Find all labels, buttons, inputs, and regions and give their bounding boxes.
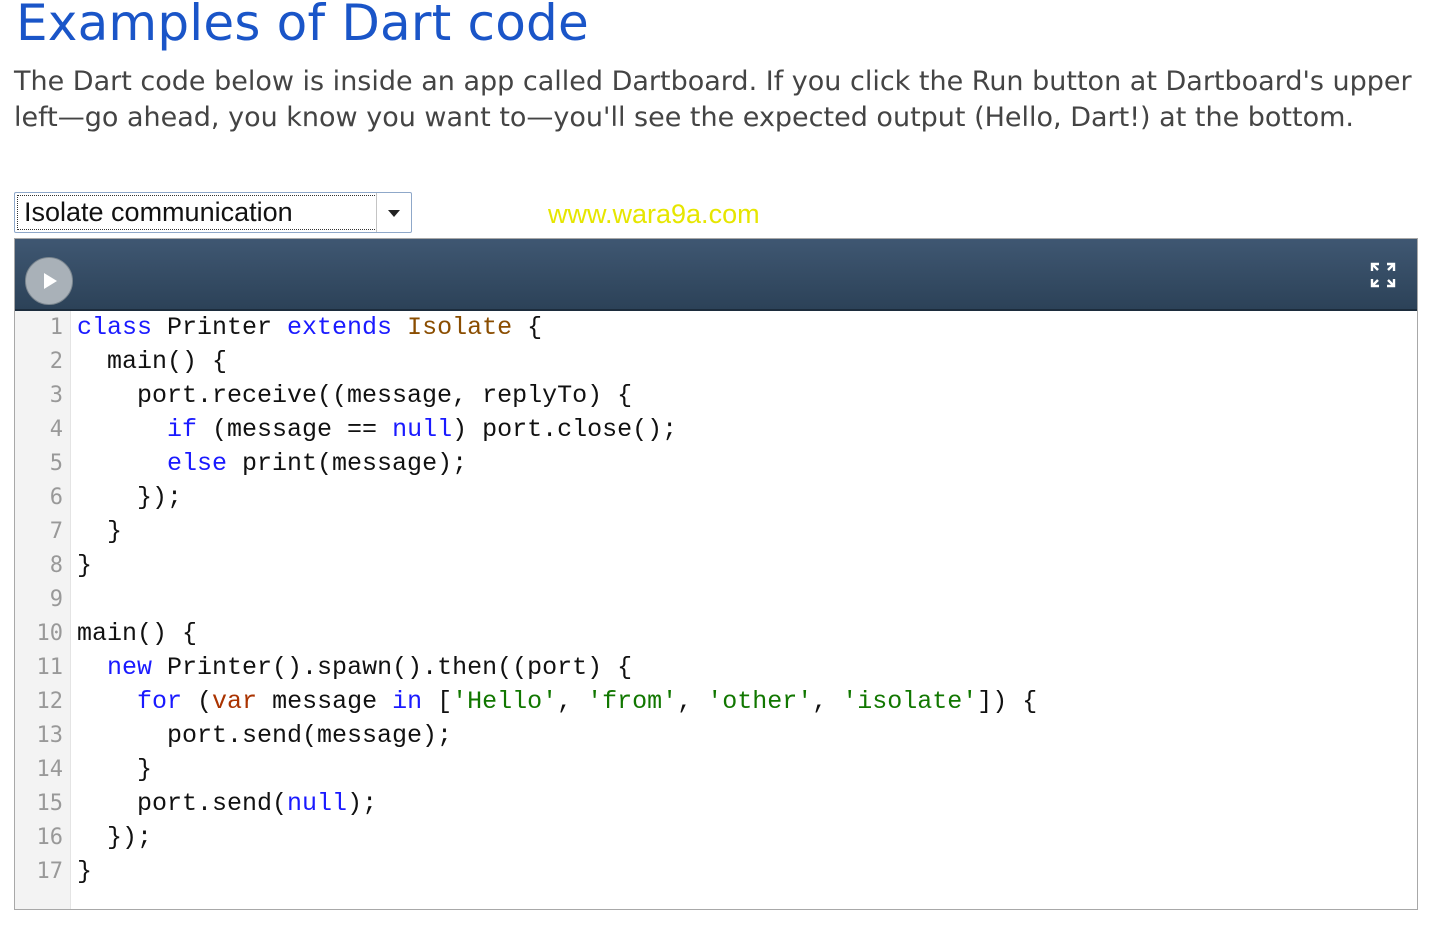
run-button[interactable] <box>25 257 73 305</box>
code-line: main() { <box>77 617 1037 651</box>
code-line: else print(message); <box>77 447 1037 481</box>
code-token: main() { <box>77 347 228 376</box>
code-token: [ <box>422 687 453 716</box>
editor-toolbar <box>15 239 1417 311</box>
code-token: null <box>392 415 453 444</box>
line-number: 9 <box>49 587 63 612</box>
line-number: 7 <box>49 519 63 544</box>
code-line: port.receive((message, replyTo) { <box>77 379 1037 413</box>
code-token: ) port.close(); <box>452 415 678 444</box>
code-token: Printer().spawn().then((port) { <box>152 653 633 682</box>
code-token: ]) { <box>977 687 1038 716</box>
code-token: }); <box>77 823 153 852</box>
line-number: 17 <box>36 859 64 884</box>
code-line: port.send(message); <box>77 719 1037 753</box>
example-select-value: Isolate communication <box>17 195 377 230</box>
code-line: for (var message in ['Hello', 'from', 'o… <box>77 685 1037 719</box>
code-token: if <box>167 415 198 444</box>
code-token: var <box>212 687 258 716</box>
fullscreen-icon[interactable] <box>1369 261 1397 289</box>
code-token: port.send(message); <box>77 721 453 750</box>
code-token: } <box>77 551 93 580</box>
code-token: ( <box>182 687 213 716</box>
code-token: ); <box>347 789 378 818</box>
code-line: }); <box>77 821 1037 855</box>
code-token: (message == <box>197 415 393 444</box>
watermark: www.wara9a.com <box>548 199 760 229</box>
code-token: Isolate <box>407 313 513 342</box>
code-token: } <box>77 755 153 784</box>
code-line: } <box>77 549 1037 583</box>
example-select[interactable]: Isolate communication <box>14 192 412 233</box>
code-line: } <box>77 515 1037 549</box>
code-editor: 1 2 3 4 5 6 7 8 9 10 11 12 13 14 15 16 17 class Printer … <box>14 238 1418 910</box>
line-number: 15 <box>36 791 64 816</box>
intro-paragraph: The Dart code below is inside an app cal… <box>14 66 1412 133</box>
code-token: 'isolate' <box>842 687 978 716</box>
line-number: 16 <box>36 825 64 850</box>
code-line: if (message == null) port.close(); <box>77 413 1037 447</box>
code-token: port.receive((message, replyTo) { <box>77 381 633 410</box>
line-number: 10 <box>36 621 64 646</box>
code-token: port.send( <box>77 789 288 818</box>
code-token: for <box>137 687 183 716</box>
code-token: else <box>167 449 228 478</box>
code-token: } <box>77 857 93 886</box>
chevron-down-icon[interactable] <box>376 193 411 232</box>
page-title: Examples of Dart code <box>16 0 589 52</box>
line-number: 8 <box>49 553 63 578</box>
code-token: Printer <box>152 313 288 342</box>
line-number: 1 <box>49 315 63 340</box>
code-token: class <box>77 313 153 342</box>
code-area[interactable]: class Printer extends Isolate { main() {… <box>77 311 1037 889</box>
code-line: main() { <box>77 345 1037 379</box>
code-token: message <box>257 687 393 716</box>
code-token: 'Hello' <box>452 687 558 716</box>
code-token: , <box>812 687 843 716</box>
line-number: 3 <box>49 383 63 408</box>
code-token: in <box>392 687 423 716</box>
line-number: 11 <box>36 655 64 680</box>
code-line: port.send(null); <box>77 787 1037 821</box>
code-token: 'from' <box>587 687 678 716</box>
code-line: }); <box>77 481 1037 515</box>
line-number: 6 <box>49 485 63 510</box>
code-token: }); <box>77 483 183 512</box>
code-token: main() { <box>77 619 198 648</box>
line-number: 13 <box>36 723 64 748</box>
line-number: 12 <box>36 689 64 714</box>
line-number: 4 <box>49 417 63 442</box>
code-line: } <box>77 855 1037 889</box>
code-token: { <box>512 313 543 342</box>
line-numbers: 1 2 3 4 5 6 7 8 9 10 11 12 13 14 15 16 17 <box>15 311 64 889</box>
code-token: 'other' <box>707 687 813 716</box>
code-line: } <box>77 753 1037 787</box>
code-token: } <box>77 517 123 546</box>
code-token: extends <box>287 313 393 342</box>
code-token: null <box>287 789 348 818</box>
code-token: , <box>557 687 588 716</box>
line-number: 5 <box>49 451 63 476</box>
code-token: new <box>107 653 153 682</box>
code-line: class Printer extends Isolate { <box>77 311 1037 345</box>
code-line: new Printer().spawn().then((port) { <box>77 651 1037 685</box>
line-number: 2 <box>49 349 63 374</box>
code-token: , <box>677 687 708 716</box>
line-number: 14 <box>36 757 64 782</box>
code-token: print(message); <box>227 449 468 478</box>
